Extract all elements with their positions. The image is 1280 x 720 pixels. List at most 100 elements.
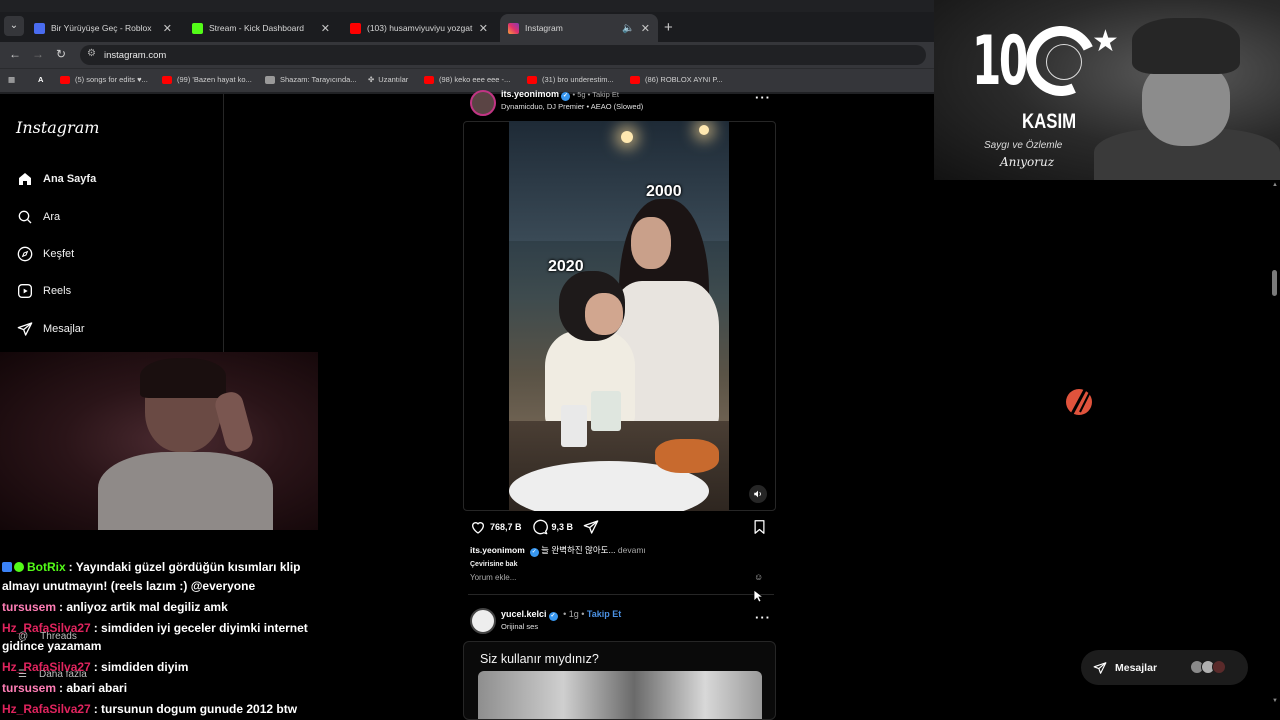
post-image [478, 671, 762, 719]
emoji-icon[interactable]: ☺ [754, 572, 763, 582]
close-tab-icon[interactable]: ✕ [479, 22, 488, 35]
bookmark-label: Shazam: Tarayıcında... [280, 75, 357, 84]
youtube-icon [60, 75, 70, 84]
username-text: yucel.kelci [501, 609, 547, 619]
close-tab-icon[interactable]: ✕ [641, 22, 650, 35]
new-tab-button[interactable]: + [664, 19, 673, 36]
chat-username: Hz_RafaSilva27 [2, 621, 91, 635]
video-text-2000: 2000 [646, 183, 682, 200]
sidebar-item-search[interactable]: Ara [16, 208, 60, 226]
verified-badge-icon [14, 562, 24, 572]
chat-message: BotRix: Yayındaki güzel gördüğün kısımla… [2, 558, 301, 576]
bookmark-item[interactable]: (86) ROBLOX AYNI P... [630, 75, 723, 84]
post-media-card[interactable]: Siz kullanır mıydınız? [463, 641, 776, 720]
caption-more-link[interactable]: devamı [618, 545, 646, 555]
post-caption: its.yeonimom ✓ 늘 완벽하진 않아도... devamı [470, 544, 646, 557]
star-icon: ★ [1092, 25, 1119, 58]
verified-icon: ✓ [548, 612, 558, 621]
bookmark-item[interactable]: (5) songs for edits ♥... [60, 75, 148, 84]
chat-message: gidince yazamam [2, 637, 101, 655]
bookmark-label: (99) 'Bazen hayat ko... [177, 75, 252, 84]
commemoration-banner: 10 ★ KASIM Saygı ve Özlemle Anıyoruz [934, 0, 1280, 180]
see-translation-link[interactable]: Çevirisine bak [470, 561, 517, 568]
ceiling-light [621, 131, 633, 143]
kick-favicon-icon [192, 22, 203, 34]
apps-icon[interactable]: ▦ [8, 75, 15, 84]
avatar[interactable] [470, 608, 496, 634]
bookmark-label: Uzantılar [378, 75, 409, 84]
chat-message: Hz_RafaSilva27: simdiden diyim [2, 658, 188, 676]
post-username[interactable]: yucel.kelci ✓ • 1g • Takip Et [501, 609, 621, 621]
bookmark-item[interactable]: A [38, 75, 43, 84]
post-meta: • 5g • Takip Et [572, 90, 619, 99]
chat-message: almayı unutmayın! (reels lazım :) @every… [2, 577, 255, 595]
banner-subtitle: Saygı ve Özlemle [984, 140, 1063, 151]
site-info-icon[interactable]: ⚙ [87, 48, 96, 59]
post-video[interactable] [509, 121, 729, 511]
post-question-text: Siz kullanır mıydınız? [480, 652, 599, 666]
chat-message: Hz_RafaSilva27: tursunun dogum gunude 20… [2, 700, 297, 718]
chat-text: : abari abari [59, 681, 128, 695]
tab-title: (103) husamviyuviyu yozgat - Y [367, 23, 473, 33]
share-button[interactable] [583, 519, 603, 535]
post-audio[interactable]: Dynamicduo, DJ Premier • AEAO (Slowed) [501, 102, 643, 111]
tab-title: Instagram [525, 23, 563, 33]
bookmark-item[interactable]: (99) 'Bazen hayat ko... [162, 75, 252, 84]
tab-youtube[interactable]: (103) husamviyuviyu yozgat - Y ✕ [342, 14, 496, 42]
sidebar-item-reels[interactable]: Reels [16, 282, 71, 300]
sidebar-item-explore[interactable]: Keşfet [16, 245, 74, 263]
add-comment-input[interactable]: Yorum ekle... [470, 573, 516, 582]
back-icon[interactable]: ← [9, 47, 21, 61]
verified-icon: ✓ [561, 92, 571, 101]
volume-button[interactable] [749, 485, 767, 503]
post-actions: 768,7 B 9,3 B [470, 518, 613, 536]
sidebar-item-messages[interactable]: Mesajlar [16, 320, 85, 338]
more-options-icon[interactable]: ··· [755, 90, 771, 105]
browser-window: ⌄ Bir Yürüyüşe Geç - Roblox ✕ Stream - K… [0, 0, 934, 94]
sidebar-item-home[interactable]: Ana Sayfa [16, 170, 96, 188]
bookmark-item[interactable]: (98) keko eee eee -... [424, 75, 510, 84]
scrollbar-thumb[interactable] [1272, 270, 1277, 296]
post-username[interactable]: its.yeonimom ✓ • 5g • Takip Et [501, 89, 619, 101]
ceiling-light [699, 125, 709, 135]
address-bar[interactable]: ⚙ instagram.com [80, 45, 926, 65]
instagram-logo[interactable]: Instagram [16, 118, 99, 137]
navigation-bar: ← → ↻ ⚙ instagram.com [0, 42, 934, 68]
portrait-hat [1132, 18, 1240, 74]
bookmark-label: (31) bro underestim... [542, 75, 614, 84]
more-options-icon[interactable]: ··· [755, 610, 771, 625]
sidebar-item-label: Reels [43, 285, 72, 297]
caption-username[interactable]: its.yeonimom [470, 545, 525, 555]
tab-title: Bir Yürüyüşe Geç - Roblox [51, 23, 152, 33]
close-tab-icon[interactable]: ✕ [163, 22, 172, 35]
tab-title: Stream - Kick Dashboard [209, 23, 304, 33]
forward-icon[interactable]: → [32, 47, 44, 61]
username-text: its.yeonimom [501, 89, 560, 99]
speaker-icon[interactable]: 🔈 [622, 23, 634, 34]
bookmark-item[interactable]: (31) bro underestim... [527, 75, 614, 84]
reload-icon[interactable]: ↻ [56, 47, 66, 61]
scroll-down-icon[interactable]: ▼ [1272, 698, 1278, 704]
tab-instagram[interactable]: Instagram 🔈 ✕ [500, 14, 658, 42]
clock-icon [1046, 44, 1082, 80]
comment-button[interactable]: 9,3 B [532, 519, 573, 535]
scroll-up-icon[interactable]: ▲ [1272, 182, 1278, 188]
send-icon [583, 520, 599, 534]
bookmark-label: (86) ROBLOX AYNI P... [645, 75, 723, 84]
close-tab-icon[interactable]: ✕ [321, 22, 330, 35]
like-button[interactable]: 768,7 B [470, 519, 522, 535]
tab-kick[interactable]: Stream - Kick Dashboard ✕ [184, 14, 338, 42]
bookmark-item[interactable]: Shazam: Tarayıcında... [265, 75, 357, 84]
tab-search-button[interactable]: ⌄ [4, 16, 24, 36]
streamer-hair [140, 358, 226, 398]
avatar[interactable] [470, 90, 496, 116]
follow-button[interactable]: Takip Et [587, 609, 621, 619]
post-audio[interactable]: Orijinal ses [501, 622, 538, 631]
save-button[interactable] [752, 519, 767, 540]
heart-icon [471, 522, 485, 534]
bookmark-label: (5) songs for edits ♥... [75, 75, 148, 84]
chat-username: Hz_RafaSilva27 [2, 702, 91, 716]
tab-roblox[interactable]: Bir Yürüyüşe Geç - Roblox ✕ [26, 14, 180, 42]
woman-face [631, 217, 671, 269]
bookmark-item[interactable]: ✤ Uzantılar [368, 75, 408, 84]
